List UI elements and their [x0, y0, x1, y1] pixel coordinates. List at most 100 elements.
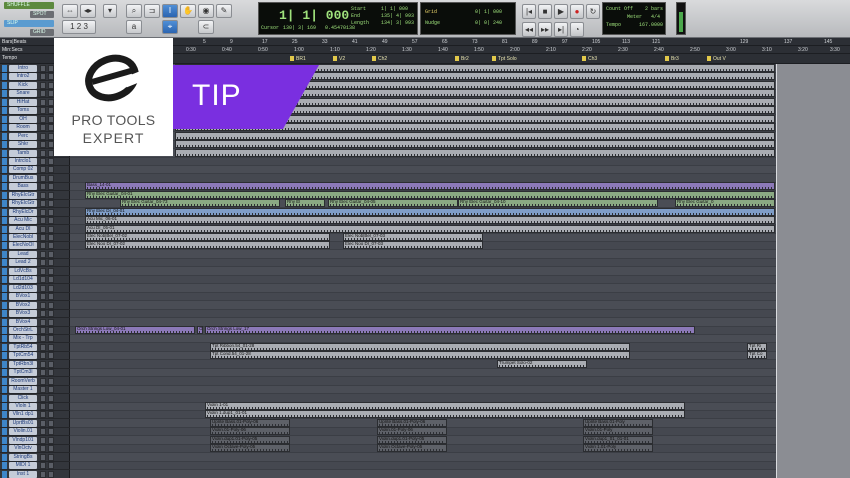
track-mute-button[interactable] — [48, 436, 54, 444]
track-mute-button[interactable] — [48, 293, 54, 301]
track-mute-button[interactable] — [48, 453, 54, 461]
track-lane[interactable] — [70, 436, 850, 445]
track-name[interactable]: OrchStrL — [9, 326, 37, 334]
track-solo-button[interactable] — [40, 183, 46, 191]
track-solo-button[interactable] — [40, 259, 46, 267]
track-solo-button[interactable] — [40, 419, 46, 427]
online-button[interactable]: ◔ — [570, 22, 584, 37]
audio-clip[interactable]: Elec Nob|Bel_07-02 — [85, 233, 330, 241]
track-solo-button[interactable] — [40, 98, 46, 106]
track-name[interactable]: Acu DI — [9, 225, 37, 233]
track-name[interactable]: Snare — [9, 90, 37, 98]
track-lane[interactable] — [70, 385, 850, 395]
track-name[interactable]: Master 1 — [9, 386, 37, 394]
track-name[interactable]: Intro2 — [9, 73, 37, 81]
grid-mode-button[interactable]: GRID — [30, 29, 54, 36]
audio-clip[interactable]: Violin Octave-Poly-05 — [210, 444, 290, 453]
track-solo-button[interactable] — [40, 335, 46, 343]
audio-clip[interactable]: Trumpet Solo-02 — [497, 359, 587, 368]
track-solo-button[interactable] — [40, 318, 46, 326]
track-lane[interactable] — [70, 165, 850, 175]
go-to-end-button[interactable]: ▸| — [554, 22, 568, 37]
audio-clip[interactable] — [175, 148, 775, 157]
track-name[interactable]: MIDI 1 — [9, 462, 37, 470]
track-mute-button[interactable] — [48, 310, 54, 318]
slip-mode-button[interactable]: SLIP — [4, 20, 54, 27]
audio-clip[interactable]: Violin.dup1.01-Poly-05 — [377, 435, 447, 444]
track-mute-button[interactable] — [48, 174, 54, 182]
track-mute-button[interactable] — [48, 360, 54, 368]
track-mute-button[interactable] — [48, 352, 54, 360]
record-button[interactable]: ● — [570, 4, 584, 19]
main-counter[interactable]: 1| 1| 000 Cursor 130| 3| 169 0.45470138 … — [258, 2, 418, 35]
track-mute-button[interactable] — [48, 250, 54, 258]
track-name[interactable]: TptCm54 — [9, 352, 37, 360]
track-solo-button[interactable] — [40, 115, 46, 123]
track-name[interactable]: Vlln1 dp1 — [9, 411, 37, 419]
track-lane[interactable] — [70, 470, 850, 478]
audio-clip[interactable]: Violin 1.01-Poly — [583, 444, 653, 453]
audio-clip[interactable]: Violin.01-Poly — [583, 427, 653, 436]
marker[interactable]: BR1 — [290, 55, 306, 63]
grabber-tool-icon[interactable]: ✋ — [180, 4, 196, 18]
track-solo-button[interactable] — [40, 81, 46, 89]
track-solo-button[interactable] — [40, 394, 46, 402]
track-name[interactable]: Ld2d103 — [9, 284, 37, 292]
track-solo-button[interactable] — [40, 453, 46, 461]
track-solo-button[interactable] — [40, 90, 46, 98]
zoom-in-button[interactable]: ◂▸ — [80, 4, 96, 18]
audio-clip[interactable]: Rhy Elec Guitar_0 — [675, 199, 775, 208]
track-name[interactable]: Vlndp101 — [9, 436, 37, 444]
track-solo-button[interactable] — [40, 124, 46, 132]
track-solo-button[interactable] — [40, 284, 46, 292]
track-name[interactable]: RhyElcGtr — [9, 191, 37, 199]
track-solo-button[interactable] — [40, 250, 46, 258]
track-solo-button[interactable] — [40, 360, 46, 368]
track-name[interactable]: Room — [9, 124, 37, 132]
marker[interactable]: Br2 — [455, 55, 469, 63]
track-name[interactable]: BVox4 — [9, 318, 37, 326]
track-name[interactable]: VlnOctv — [9, 445, 37, 453]
track-solo-button[interactable] — [40, 462, 46, 470]
track-name[interactable]: StringBs — [9, 453, 37, 461]
track-name[interactable]: BVox1 — [9, 293, 37, 301]
track-mute-button[interactable] — [48, 411, 54, 419]
track-name[interactable]: TptCm3l — [9, 369, 37, 377]
return-to-zero-button[interactable]: |◂ — [522, 4, 536, 19]
track-solo-button[interactable] — [40, 352, 46, 360]
track-mute-button[interactable] — [48, 259, 54, 267]
track-name[interactable]: ElecNobl — [9, 234, 37, 241]
track-lane[interactable] — [70, 461, 850, 471]
track-name[interactable]: RhyElcDr — [9, 208, 37, 216]
track-mute-button[interactable] — [48, 200, 54, 208]
track-mute-button[interactable] — [48, 183, 54, 191]
track-name[interactable]: Ld1d104 — [9, 276, 37, 284]
audio-clip[interactable]: Acu DI_05-01 — [85, 224, 775, 233]
audio-clip[interactable]: Uprite Bass.01-Poly-06 — [210, 418, 290, 427]
track-solo-button[interactable] — [40, 445, 46, 453]
track-name[interactable]: UprtBs01 — [9, 419, 37, 427]
audio-clip[interactable]: Acu Mic_06-01 — [85, 216, 775, 225]
audio-clip[interactable]: Rhy Elec Guitar_04-01 — [85, 190, 775, 199]
track-solo-button[interactable] — [40, 208, 46, 216]
track-solo-button[interactable] — [40, 149, 46, 157]
track-mute-button[interactable] — [48, 191, 54, 199]
track-lane[interactable] — [70, 376, 850, 386]
zoomer-tool-icon[interactable]: ⌕ — [126, 4, 142, 18]
audio-clip[interactable]: Rhy El — [285, 199, 325, 208]
track-name[interactable]: Click — [9, 394, 37, 402]
keyboard-focus-icon[interactable]: a — [126, 20, 142, 34]
track-name[interactable]: Intro — [9, 65, 37, 72]
audio-clip[interactable]: Elec Noo DI_07-02 — [85, 241, 330, 250]
zoom-presets[interactable]: 1 2 3 — [62, 20, 96, 34]
audio-clip[interactable]: Or — [197, 325, 203, 334]
track-name[interactable]: Acu Mic — [9, 217, 37, 225]
audio-clip[interactable]: Uprite Bass.01-Poly-06 — [377, 418, 447, 427]
track-solo-button[interactable] — [40, 141, 46, 149]
track-lane[interactable] — [70, 368, 850, 378]
track-mute-button[interactable] — [48, 462, 54, 470]
audio-clip[interactable]: Orch Strings Low_04-01 — [75, 325, 195, 334]
track-name[interactable]: Shkr — [9, 141, 37, 149]
nudge-value[interactable]: 0| 0| 240 — [475, 20, 502, 26]
track-name[interactable]: Vloln 1 — [9, 403, 37, 410]
